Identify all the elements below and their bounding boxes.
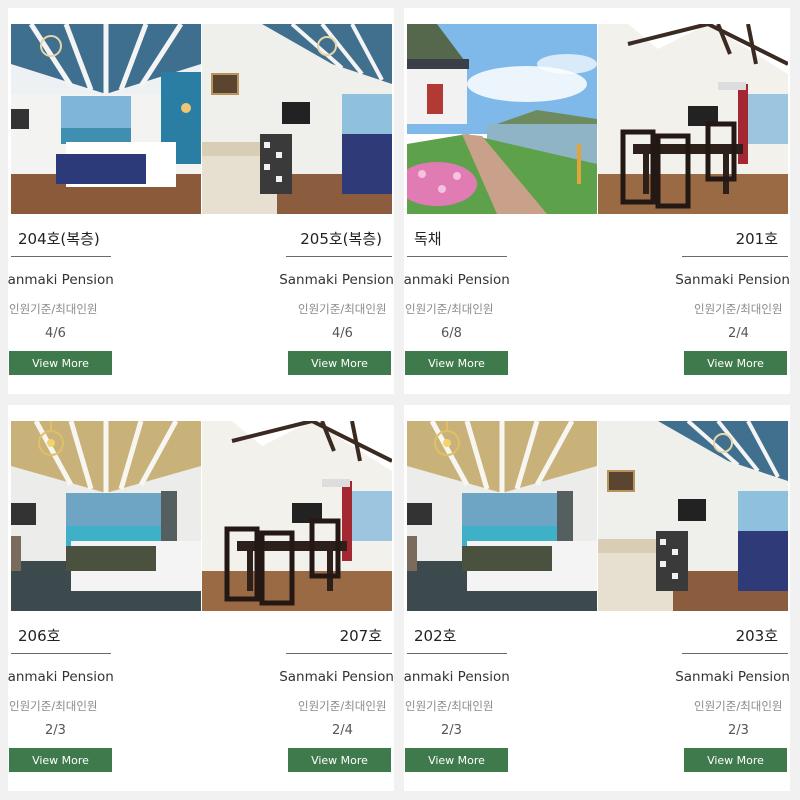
pension-name: Sanmaki Pension xyxy=(675,272,790,288)
view-more-button[interactable]: View More xyxy=(405,748,508,772)
divider xyxy=(682,653,788,654)
room-panel: 204호(복층) Sanmaki Pension 인원기준/최대인원 4/6 V… xyxy=(8,8,394,394)
pension-name: Sanmaki Pension xyxy=(8,272,114,288)
pension-name: Sanmaki Pension xyxy=(404,669,510,685)
capacity-label: 인원기준/최대인원 xyxy=(298,699,387,713)
capacity-label: 인원기준/최대인원 xyxy=(9,302,98,316)
view-more-button[interactable]: View More xyxy=(288,351,391,375)
room-photo[interactable] xyxy=(598,421,788,611)
capacity-value: 2/4 xyxy=(332,723,353,738)
room-photo[interactable] xyxy=(11,421,201,611)
room-photo[interactable] xyxy=(407,421,597,611)
capacity-value: 4/6 xyxy=(332,326,353,341)
room-photo[interactable] xyxy=(407,24,597,214)
room-name: 207호 xyxy=(339,627,382,645)
pension-name: Sanmaki Pension xyxy=(279,669,394,685)
capacity-value: 6/8 xyxy=(441,326,462,341)
divider xyxy=(286,653,392,654)
divider xyxy=(682,256,788,257)
room-name: 201호 xyxy=(735,230,778,248)
capacity-label: 인원기준/최대인원 xyxy=(694,699,783,713)
capacity-value: 2/3 xyxy=(728,723,749,738)
room-panel: 독채 Sanmaki Pension 인원기준/최대인원 6/8 View Mo… xyxy=(404,8,790,394)
room-photo[interactable] xyxy=(202,24,392,214)
capacity-label: 인원기준/최대인원 xyxy=(405,699,494,713)
capacity-label: 인원기준/최대인원 xyxy=(298,302,387,316)
room-name: 205호(복층) xyxy=(300,230,382,248)
room-panel: 206호 Sanmaki Pension 인원기준/최대인원 2/3 View … xyxy=(8,405,394,791)
view-more-button[interactable]: View More xyxy=(9,748,112,772)
room-name: 독채 xyxy=(414,230,442,248)
capacity-label: 인원기준/최대인원 xyxy=(405,302,494,316)
view-more-button[interactable]: View More xyxy=(405,351,508,375)
capacity-value: 2/4 xyxy=(728,326,749,341)
capacity-value: 2/3 xyxy=(45,723,66,738)
divider xyxy=(286,256,392,257)
room-name: 204호(복층) xyxy=(18,230,100,248)
room-photo[interactable] xyxy=(598,24,788,214)
room-photo[interactable] xyxy=(202,421,392,611)
capacity-value: 4/6 xyxy=(45,326,66,341)
capacity-label: 인원기준/최대인원 xyxy=(694,302,783,316)
capacity-label: 인원기준/최대인원 xyxy=(9,699,98,713)
room-name: 202호 xyxy=(414,627,457,645)
view-more-button[interactable]: View More xyxy=(9,351,112,375)
view-more-button[interactable]: View More xyxy=(684,748,787,772)
room-photo[interactable] xyxy=(11,24,201,214)
view-more-button[interactable]: View More xyxy=(288,748,391,772)
room-panel: 202호 Sanmaki Pension 인원기준/최대인원 2/3 View … xyxy=(404,405,790,791)
pension-name: Sanmaki Pension xyxy=(404,272,510,288)
view-more-button[interactable]: View More xyxy=(684,351,787,375)
room-name: 203호 xyxy=(735,627,778,645)
divider xyxy=(11,256,111,257)
pension-name: Sanmaki Pension xyxy=(279,272,394,288)
photo-collage: 204호(복층) Sanmaki Pension 인원기준/최대인원 4/6 V… xyxy=(0,0,800,800)
room-name: 206호 xyxy=(18,627,61,645)
divider xyxy=(407,653,507,654)
pension-name: Sanmaki Pension xyxy=(8,669,114,685)
divider xyxy=(11,653,111,654)
capacity-value: 2/3 xyxy=(441,723,462,738)
divider xyxy=(407,256,507,257)
pension-name: Sanmaki Pension xyxy=(675,669,790,685)
